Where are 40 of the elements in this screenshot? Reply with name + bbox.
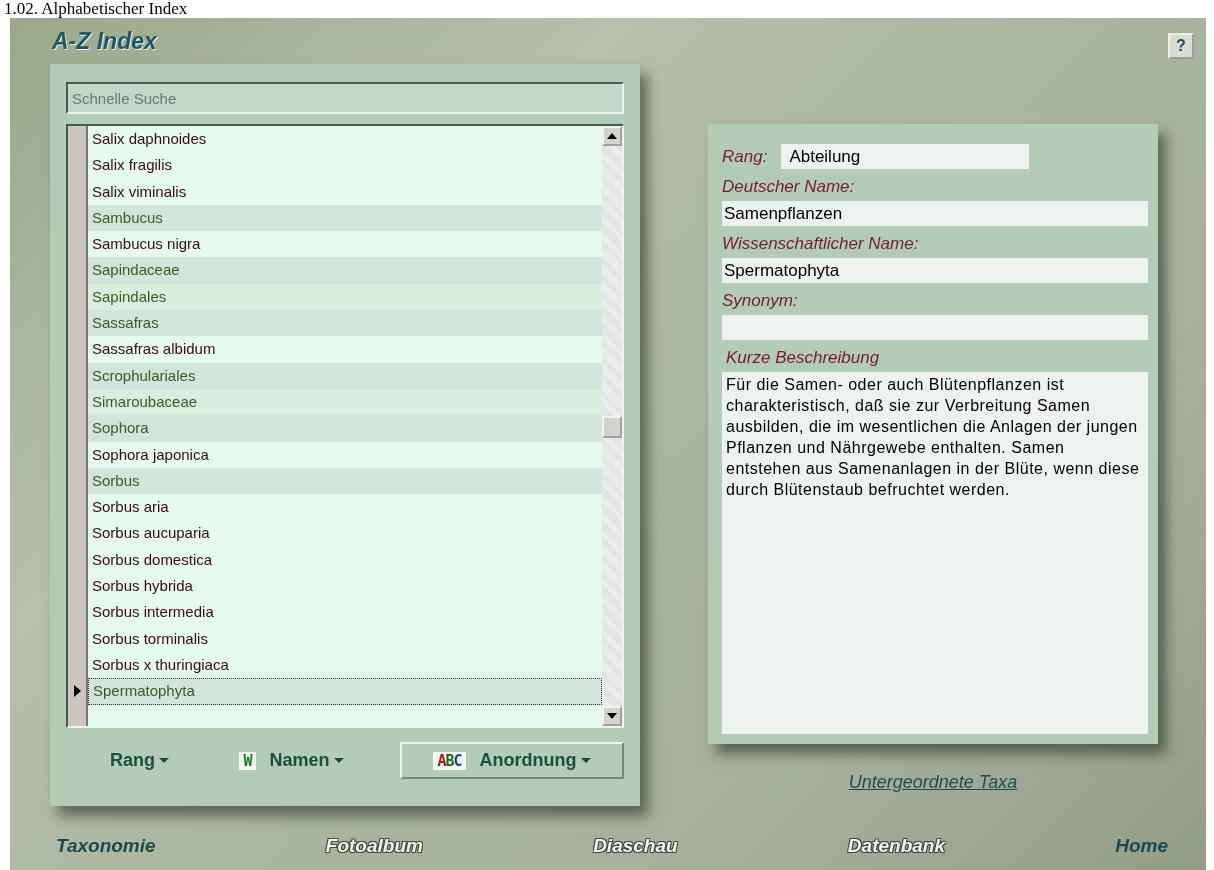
field-label: Rang:	[722, 146, 768, 167]
list-item[interactable]: Sambucus	[88, 204, 602, 232]
caret-icon	[580, 758, 591, 763]
list-item[interactable]: Sapindales	[88, 283, 602, 311]
page-heading: 1.02. Alphabetischer Index	[3, 0, 189, 18]
list-item[interactable]: Scrophulariales	[88, 362, 602, 389]
caret-icon	[333, 758, 344, 763]
list-item[interactable]: Sapindaceae	[88, 257, 602, 284]
scroll-up-button[interactable]	[602, 126, 622, 146]
german-name-field: Samenpflanzen	[722, 201, 1148, 226]
list-item[interactable]: Spermatophyta	[88, 678, 602, 705]
field-label: Deutscher Name:	[722, 177, 856, 197]
description-field: Für die Samen- oder auch Blütenpflanzen ist charakteristisch, daß sie zur Verbreitung Samen ausbilden, die im wesentlichen die Anlagen der jungen Pflanzen und Nährgewebe enthalten. Samen entstehen aus Samenanlagen in der Blüte, wenn diese durch Blütenstaub befruchtet werden.	[722, 372, 1148, 734]
help-button[interactable]: ?	[1168, 33, 1194, 59]
nav-link[interactable]: Home	[1115, 835, 1168, 857]
dropdown-button[interactable]: Rang	[96, 742, 183, 779]
list-item[interactable]: Sassafras	[88, 310, 602, 337]
scroll-thumb[interactable]	[602, 416, 622, 438]
field-label: Synonym:	[722, 291, 799, 311]
down-triangle-icon	[607, 713, 617, 719]
field-label: Kurze Beschreibung	[726, 348, 881, 368]
list-item[interactable]: Sorbus	[88, 467, 602, 495]
dropdown-button[interactable]: ABC Anordnung	[400, 742, 624, 779]
rank-field: Abteilung	[781, 144, 1030, 169]
up-triangle-icon	[607, 133, 617, 139]
field-label: Wissenschaftlicher Name:	[722, 234, 920, 254]
row-pointer-icon	[73, 685, 81, 698]
scroll-down-button[interactable]	[602, 706, 622, 726]
list-item[interactable]: Simaroubaceae	[88, 388, 602, 416]
list-item[interactable]: Sophora	[88, 415, 602, 442]
window-title: A-Z Index	[52, 27, 157, 55]
caret-icon	[159, 758, 169, 763]
dropdown-button[interactable]: W Namen	[225, 742, 358, 779]
letters-icon: ABC	[433, 751, 466, 770]
nav-link[interactable]: Taxonomie	[56, 835, 156, 857]
letters-icon: W	[239, 751, 256, 770]
search-field[interactable]: Schnelle Suche	[66, 82, 624, 114]
subtaxa-link[interactable]: Untergeordnete Taxa	[848, 772, 1018, 793]
scrollbar[interactable]	[602, 126, 622, 726]
scientific-name-field: Spermatophyta	[722, 258, 1148, 283]
